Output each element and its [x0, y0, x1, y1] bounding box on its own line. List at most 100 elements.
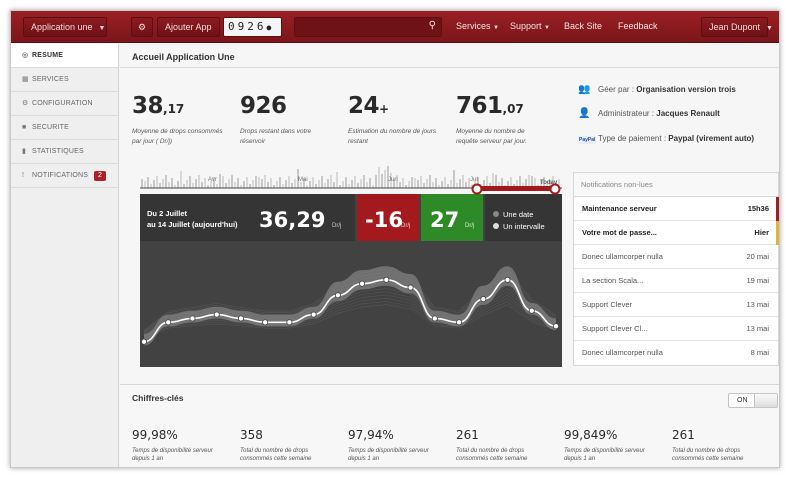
info-managed-by: 👥 Géer par : Organisation version trois — [578, 84, 736, 95]
sidebar-item-securite[interactable]: ■ SECURITE — [11, 116, 118, 140]
range-start-handle[interactable] — [471, 183, 483, 195]
chart-point[interactable] — [237, 315, 244, 322]
kpi-value: 99,849% — [564, 428, 618, 442]
period-average-unit: Dr/j — [332, 223, 341, 229]
app-selector[interactable]: Application une ▼ — [23, 17, 107, 37]
chart-point[interactable] — [431, 315, 438, 322]
sidebar-item-label: SERVICES — [32, 76, 69, 83]
top-bar: Application une ▼ ⚙ Ajouter App 0926● ⚲ S… — [11, 11, 779, 43]
nav-support-label: Support — [510, 21, 542, 31]
kpi-description: Total du nombre de drops consommés cette… — [240, 447, 336, 467]
notification-title: Support Clever Cl... — [582, 324, 648, 333]
app-window: Application une ▼ ⚙ Ajouter App 0926● ⚲ S… — [10, 10, 780, 468]
chart-point[interactable] — [383, 276, 390, 283]
period-average-value: 36,29 — [259, 208, 325, 232]
radio-date[interactable] — [493, 211, 499, 217]
notification-item[interactable]: Maintenance serveur 15h36 — [574, 197, 779, 221]
notification-item[interactable]: Donec ullamcorper nulla 20 mai — [574, 245, 778, 269]
nav-back-site[interactable]: Back Site — [564, 21, 602, 31]
user-menu[interactable]: Jean Dupont ▼ — [701, 17, 773, 37]
positive-delta-unit: Dr/j — [465, 223, 474, 229]
sidebar-item-label: SECURITE — [32, 124, 69, 131]
kpi-value: 358 — [240, 428, 263, 442]
nav-services[interactable]: Services ▼ — [456, 21, 499, 31]
nav-services-label: Services — [456, 21, 491, 31]
info-value: Jacques Renault — [656, 109, 720, 118]
stat-value: 24+ — [348, 92, 440, 123]
key-figures-title: Chiffres-clés — [132, 393, 184, 403]
nav-feedback[interactable]: Feedback — [618, 21, 658, 31]
key-figures-section: Chiffres-clés ON 99,98% Temps de disponib… — [120, 384, 779, 467]
notification-title: Maintenance serveur — [582, 204, 657, 213]
search-input[interactable] — [295, 19, 419, 37]
notification-item[interactable]: La section Scala... 19 mai — [574, 269, 778, 293]
chart-point[interactable] — [189, 315, 196, 322]
chart-point[interactable] — [310, 311, 317, 318]
kpi-description: Total du nombre de drops consommés cette… — [672, 447, 768, 467]
stat-number: 24 — [348, 93, 380, 119]
chart-point[interactable] — [552, 323, 559, 330]
kpi-description: Temps de disponibilité serveur depuis 1 … — [348, 447, 444, 467]
search-icon[interactable]: ⚲ — [429, 20, 436, 31]
kpi-item: 99,849% Temps de disponibilité serveur de… — [564, 428, 660, 467]
lock-icon: ■ — [22, 124, 27, 131]
chart-point[interactable] — [141, 338, 147, 345]
chart-point[interactable] — [528, 307, 535, 314]
notification-item[interactable]: Support Clever 13 mai — [574, 293, 778, 317]
nav-support[interactable]: Support ▼ — [510, 21, 550, 31]
stat-value: 761,07 — [456, 92, 548, 123]
consumption-chart: Avr Mai Jun Jul Today Du 2 Juillet au 14… — [140, 166, 562, 367]
sidebar: ◎ RESUME ▦ SERVICES ⚙ CONFIGURATION ■ SECURI… — [11, 44, 119, 467]
chart-point[interactable] — [262, 319, 269, 326]
notifications-title: Notifications non-lues — [574, 173, 778, 197]
notification-title: Donec ullamcorper nulla — [582, 252, 663, 261]
add-app-button[interactable]: Ajouter App — [157, 17, 220, 37]
stat-suffix: ,17 — [163, 102, 185, 116]
chart-point[interactable] — [359, 280, 366, 287]
chart-point[interactable] — [286, 319, 293, 326]
kpi-value: 99,98% — [132, 428, 178, 442]
stat-description: Moyenne du nombre de requête serveur par… — [456, 128, 527, 145]
notification-item[interactable]: Support Clever Cl... 13 mai — [574, 317, 778, 341]
chart-point[interactable] — [334, 292, 341, 299]
notification-item[interactable]: Donec ullamcorper nulla 8 mai — [574, 341, 778, 365]
user-icon: 👤 — [578, 108, 591, 119]
notifications-panel: Notifications non-lues Maintenance serve… — [573, 172, 779, 366]
paypal-logo-text: PayPal — [578, 136, 597, 144]
settings-button[interactable]: ⚙ — [131, 17, 153, 37]
info-value: Paypal (virement auto) — [668, 134, 755, 143]
chart-point[interactable] — [165, 319, 172, 326]
stat-avg-requests: 761,07 Moyenne du nombre de requête serv… — [456, 92, 548, 147]
kpi-item: 99,98% Temps de disponibilité serveur dep… — [132, 428, 228, 467]
timeline-month: Jul — [470, 177, 478, 183]
main-content: Accueil Application Une 38,17 Moyenne de… — [120, 44, 779, 467]
timeline-month: Avr — [208, 177, 217, 183]
chart-point[interactable] — [456, 319, 463, 326]
sidebar-item-configuration[interactable]: ⚙ CONFIGURATION — [11, 92, 118, 116]
negative-delta-unit: Dr/j — [401, 223, 410, 229]
key-figures-toggle[interactable]: ON — [728, 393, 778, 408]
timeline-selection[interactable] — [477, 186, 555, 191]
sidebar-item-services[interactable]: ▦ SERVICES — [11, 68, 118, 92]
notifications-list: Maintenance serveur 15h36 Votre mot de pa… — [574, 197, 779, 365]
range-end-handle[interactable] — [549, 183, 561, 195]
kpi-description: Temps de disponibilité serveur depuis 1 … — [564, 447, 660, 467]
kpi-item: 97,94% Temps de disponibilité serveur dep… — [348, 428, 444, 467]
chart-point[interactable] — [504, 276, 511, 283]
kpi-item: 261 Total du nombre de drops consommés ce… — [456, 428, 552, 467]
sidebar-item-statistiques[interactable]: ▮ STATISTIQUES — [11, 140, 118, 164]
chart-point[interactable] — [480, 296, 487, 303]
timeline-ticks — [141, 166, 560, 188]
radio-interval[interactable] — [493, 223, 499, 229]
notification-item[interactable]: Votre mot de passe... Hier — [574, 221, 779, 245]
sidebar-item-resume[interactable]: ◎ RESUME — [11, 44, 118, 68]
drops-counter: 0926● — [223, 17, 282, 37]
sidebar-item-notifications[interactable]: ! NOTIFICATIONS 2 — [11, 164, 118, 188]
chart-point[interactable] — [213, 311, 220, 318]
chart-point[interactable] — [407, 284, 414, 291]
info-value: Organisation version trois — [636, 85, 736, 94]
notification-date: 13 mai — [746, 324, 769, 333]
notification-title: Support Clever — [582, 300, 633, 309]
notification-date: Hier — [754, 228, 769, 237]
sidebar-item-label: CONFIGURATION — [32, 100, 93, 107]
